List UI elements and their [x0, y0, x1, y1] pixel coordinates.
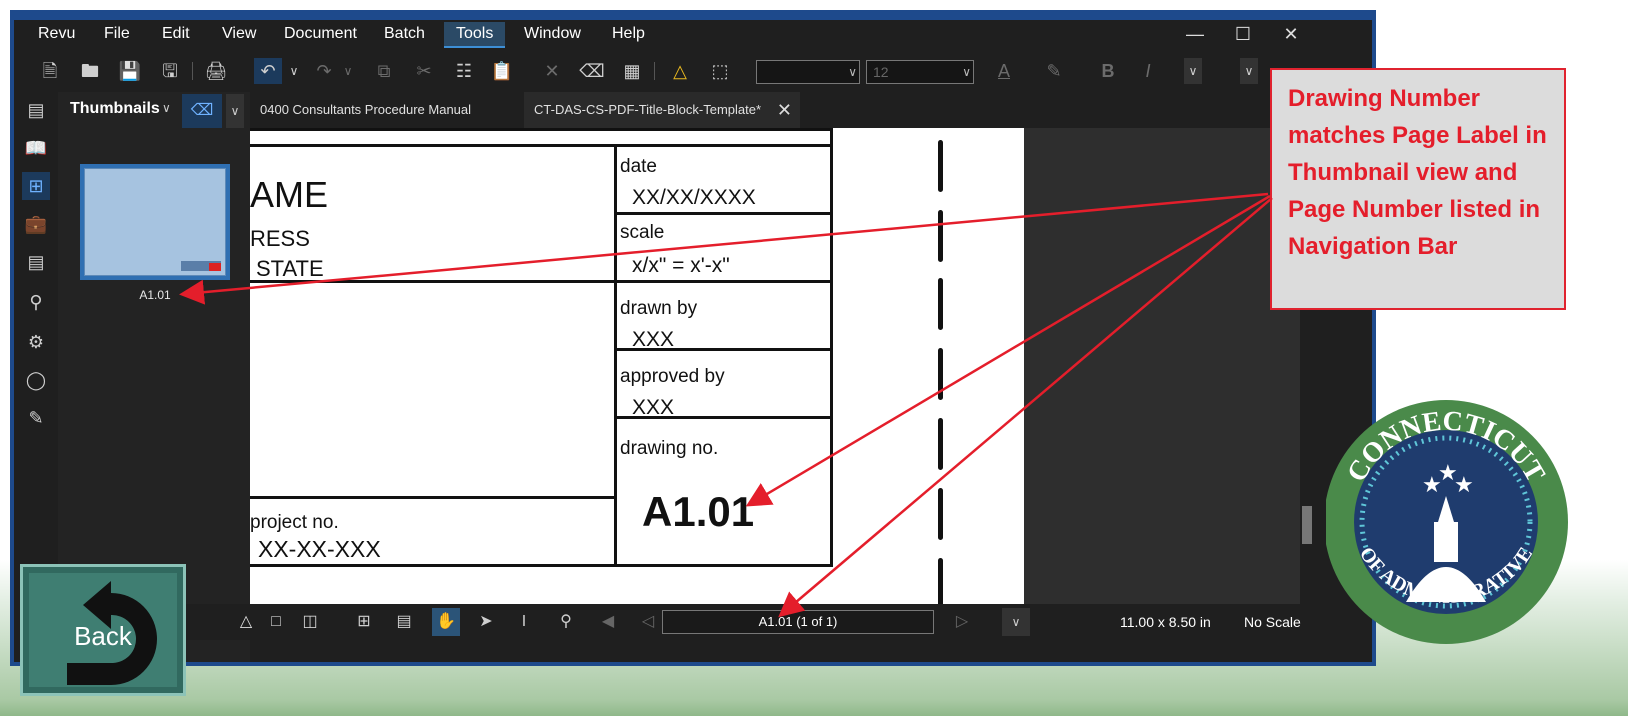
arrow-to-drawing-number	[745, 194, 1271, 507]
back-label: Back	[74, 621, 132, 651]
capitol-tower-icon	[1434, 522, 1458, 562]
star-icon: ★	[1454, 472, 1474, 497]
arrow-to-navigation-bar	[778, 197, 1273, 618]
ct-das-logo: CONNECTICUT OF ADMINISTRATIVE ★ ★ ★	[1326, 400, 1568, 644]
back-button[interactable]: Back	[20, 564, 186, 696]
arrow-to-thumbnail	[179, 192, 1269, 305]
